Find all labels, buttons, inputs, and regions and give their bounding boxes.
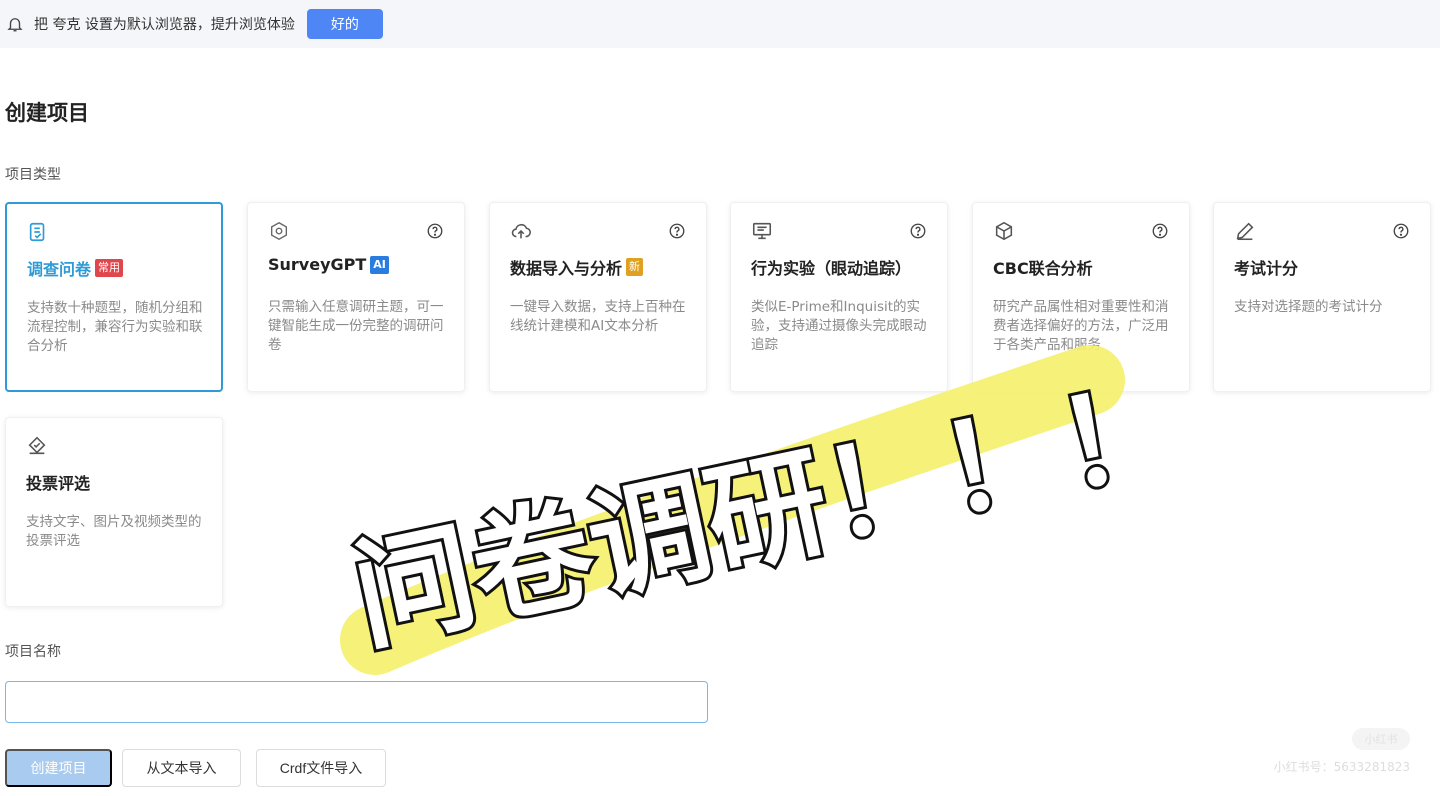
caption-overlay: 问卷调研！！！ xyxy=(339,345,1196,675)
card-description: 支持数十种题型，随机分组和流程控制，兼容行为实验和联合分析 xyxy=(27,300,203,354)
project-type-label: 项目类型 xyxy=(5,167,61,183)
cube-icon xyxy=(995,221,1013,241)
card-cbc-analysis[interactable]: CBC联合分析 研究产品属性相对重要性和消费者选择偏好的方法，广泛用于各类产品和… xyxy=(972,202,1190,392)
survey-icon xyxy=(29,222,45,242)
card-surveygpt[interactable]: SurveyGPT AI 只需输入任意调研主题，可一键智能生成一份完整的调研问卷 xyxy=(247,202,465,392)
card-title: SurveyGPT xyxy=(268,255,367,274)
card-description: 一键导入数据，支持上百种在线统计建模和AI文本分析 xyxy=(510,299,686,334)
card-title: 投票评选 xyxy=(26,474,91,493)
card-survey[interactable]: 调查问卷 常用 支持数十种题型，随机分组和流程控制，兼容行为实验和联合分析 xyxy=(5,202,223,392)
card-data-import[interactable]: 数据导入与分析 新 一键导入数据，支持上百种在线统计建模和AI文本分析 xyxy=(489,202,707,392)
card-title: 调查问卷 xyxy=(27,260,92,279)
ok-button[interactable]: 好的 xyxy=(306,9,383,39)
common-badge: 常用 xyxy=(95,259,124,277)
watermark-logo: 小红书 xyxy=(1352,728,1410,750)
notification-bar: 把 夸克 设置为默认浏览器，提升浏览体验 好的 xyxy=(0,0,1440,48)
page-title: 创建项目 xyxy=(5,101,89,125)
card-description: 研究产品属性相对重要性和消费者选择偏好的方法，广泛用于各类产品和服务 xyxy=(993,299,1169,353)
help-icon[interactable] xyxy=(1392,222,1410,240)
card-title-row: 行为实验（眼动追踪） xyxy=(751,255,911,279)
card-title: CBC联合分析 xyxy=(993,259,1093,278)
ai-chip-icon xyxy=(270,221,288,241)
card-title-row: 投票评选 xyxy=(26,470,90,494)
help-icon[interactable] xyxy=(909,222,927,240)
help-icon[interactable] xyxy=(668,222,686,240)
highlight-stroke xyxy=(340,345,1125,675)
overlay-caption: 问卷调研！！！ xyxy=(342,358,1193,669)
card-title-row: 数据导入与分析 新 xyxy=(510,255,644,279)
notification-message: 把 夸克 设置为默认浏览器，提升浏览体验 xyxy=(34,17,295,33)
card-title-row: SurveyGPT AI xyxy=(268,255,389,274)
card-behavior-experiment[interactable]: 行为实验（眼动追踪） 类似E-Prime和Inquisit的实验，支持通过摄像头… xyxy=(730,202,948,392)
monitor-icon xyxy=(752,222,772,240)
help-icon[interactable] xyxy=(1151,222,1169,240)
cloud-upload-icon xyxy=(511,223,531,239)
card-description: 支持文字、图片及视频类型的投票评选 xyxy=(26,514,202,549)
vote-icon xyxy=(28,436,46,455)
card-title-row: 调查问卷 常用 xyxy=(27,256,124,280)
project-name-input[interactable] xyxy=(5,681,708,723)
card-title-row: CBC联合分析 xyxy=(993,255,1093,279)
card-voting[interactable]: 投票评选 支持文字、图片及视频类型的投票评选 xyxy=(5,417,223,607)
card-description: 类似E-Prime和Inquisit的实验，支持通过摄像头完成眼动追踪 xyxy=(751,299,927,353)
card-description: 支持对选择题的考试计分 xyxy=(1234,299,1383,315)
card-title: 考试计分 xyxy=(1234,259,1299,278)
import-from-text-button[interactable]: 从文本导入 xyxy=(122,749,241,787)
card-title-row: 考试计分 xyxy=(1234,255,1298,279)
card-title: 数据导入与分析 xyxy=(510,259,623,278)
import-crdf-button[interactable]: Crdf文件导入 xyxy=(256,749,386,787)
card-description: 只需输入任意调研主题，可一键智能生成一份完整的调研问卷 xyxy=(268,299,444,353)
card-exam-scoring[interactable]: 考试计分 支持对选择题的考试计分 xyxy=(1213,202,1431,392)
project-name-label: 项目名称 xyxy=(5,644,61,660)
new-badge: 新 xyxy=(626,258,644,276)
pencil-icon xyxy=(1236,222,1254,241)
ai-badge: AI xyxy=(370,255,389,274)
bell-icon xyxy=(7,18,23,32)
help-icon[interactable] xyxy=(426,222,444,240)
create-project-button[interactable]: 创建项目 xyxy=(5,749,112,787)
card-title: 行为实验（眼动追踪） xyxy=(751,259,912,278)
watermark-text: 小红书号：5633281823 xyxy=(1273,760,1410,774)
